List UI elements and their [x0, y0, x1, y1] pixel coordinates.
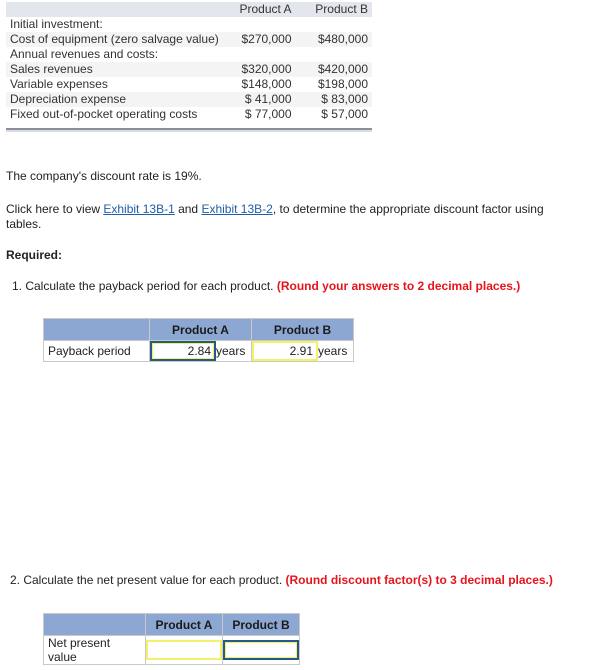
table-row: Depreciation expense $ 41,000 $ 83,000	[6, 92, 372, 107]
payback-header-product-a: Product A	[149, 318, 252, 341]
header-product-b: Product B	[295, 2, 372, 17]
value-b	[296, 47, 372, 62]
value-a	[223, 47, 296, 62]
table-bottom-rule	[6, 128, 372, 132]
npv-product-b-input[interactable]	[223, 640, 299, 660]
row-label: Depreciation expense	[6, 92, 223, 107]
value-a: $ 41,000	[222, 92, 296, 107]
table-row: Sales revenues $320,000 $420,000	[6, 62, 372, 77]
value-a: $ 77,000	[244, 107, 292, 121]
value-a	[223, 17, 296, 32]
discount-rate-text: The company's discount rate is 19%.	[6, 169, 202, 183]
payback-row-label: Payback period	[43, 340, 150, 362]
exhibit-13b-2-link[interactable]: Exhibit 13B-2	[201, 202, 272, 216]
question-2: 2. Calculate the net present value for e…	[10, 573, 553, 588]
value-b: $480,000	[295, 32, 372, 47]
header-blank	[6, 2, 223, 17]
value-b: $ 57,000	[321, 107, 368, 121]
payback-header-blank	[43, 318, 150, 341]
value-b: $ 83,000	[295, 92, 372, 107]
payback-table: Product A Product B Payback period 2.84 …	[43, 318, 354, 362]
exhibit-prefix: Click here to view	[6, 202, 104, 216]
payback-header-row: Product A Product B	[43, 318, 354, 341]
row-label: Initial investment:	[10, 17, 103, 31]
npv-table: Product A Product B Net present value	[43, 613, 300, 665]
table-header-row: Product A Product B	[6, 2, 372, 17]
payback-product-a-input[interactable]: 2.84	[150, 341, 216, 361]
table-row: Cost of equipment (zero salvage value) $…	[6, 32, 372, 47]
row-label: Cost of equipment (zero salvage value)	[6, 32, 223, 47]
npv-product-a-input[interactable]	[146, 640, 222, 660]
question-1-note: (Round your answers to 2 decimal places.…	[276, 279, 521, 293]
value-b: $198,000	[317, 77, 368, 91]
payback-product-b-input[interactable]: 2.91	[252, 341, 318, 361]
payback-product-a-unit: years	[216, 340, 252, 362]
npv-header-product-b: Product B	[222, 613, 300, 636]
payback-row: Payback period 2.84 years 2.91 years	[43, 340, 354, 362]
table-row: Variable expenses $148,000 $198,000	[6, 77, 372, 92]
row-label: Variable expenses	[10, 77, 108, 91]
question-1: 1. Calculate the payback period for each…	[12, 279, 520, 294]
value-b	[296, 17, 372, 32]
question-2-note: (Round discount factor(s) to 3 decimal p…	[285, 573, 553, 587]
table-row: Fixed out-of-pocket operating costs $ 77…	[6, 107, 372, 122]
value-a: $270,000	[222, 32, 296, 47]
exhibit-instructions: Click here to view Exhibit 13B-1 and Exh…	[6, 202, 546, 232]
npv-header-blank	[43, 613, 146, 636]
table-row: Annual revenues and costs:	[6, 47, 372, 62]
row-label: Sales revenues	[6, 62, 223, 77]
exhibit-middle: and	[174, 202, 202, 216]
row-label: Annual revenues and costs:	[10, 47, 159, 61]
row-label: Fixed out-of-pocket operating costs	[10, 107, 198, 121]
exhibit-13b-1-link[interactable]: Exhibit 13B-1	[103, 202, 174, 216]
header-product-a: Product A	[222, 2, 296, 17]
value-b: $420,000	[295, 62, 372, 77]
required-heading: Required:	[6, 248, 63, 262]
question-1-text: 1. Calculate the payback period for each…	[12, 279, 274, 293]
npv-header-product-a: Product A	[145, 613, 223, 636]
npv-header-row: Product A Product B	[43, 613, 300, 636]
value-a: $148,000	[241, 77, 292, 91]
table-row: Initial investment:	[6, 17, 372, 32]
npv-row-label: Net present value	[43, 635, 146, 665]
payback-header-product-b: Product B	[251, 318, 354, 341]
payback-product-b-unit: years	[318, 340, 354, 362]
investment-data-table: Product A Product B Initial investment: …	[6, 2, 372, 122]
question-2-text: 2. Calculate the net present value for e…	[10, 573, 283, 587]
npv-row: Net present value	[43, 635, 300, 665]
value-a: $320,000	[222, 62, 296, 77]
